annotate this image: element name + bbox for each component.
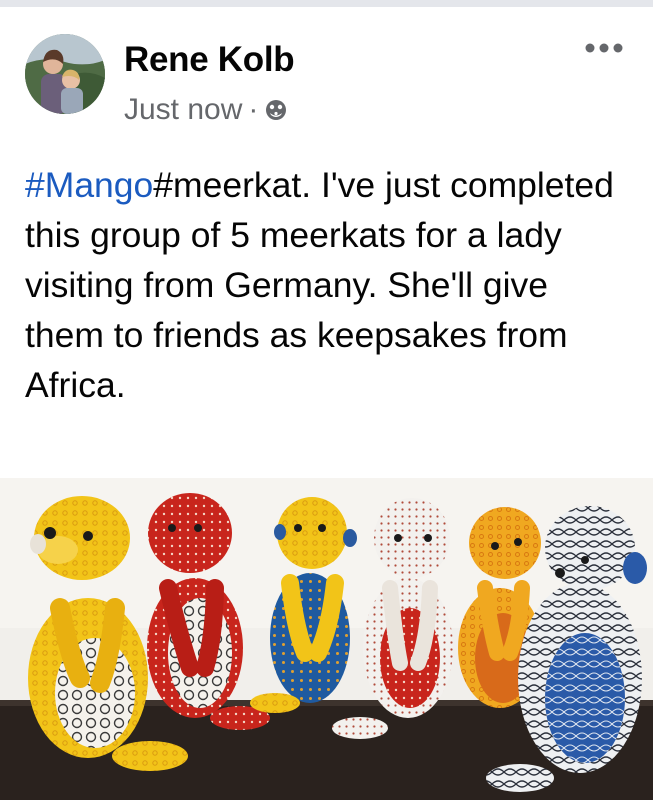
feed-divider (0, 0, 653, 7)
hashtag-link[interactable]: #Mango (25, 165, 153, 205)
avatar-photo (25, 34, 105, 114)
public-globe-icon[interactable] (264, 96, 288, 120)
post-photo[interactable] (0, 478, 653, 800)
more-options-icon (585, 43, 623, 53)
post-body: #Mango#meerkat. I've just completed this… (25, 160, 635, 410)
author-avatar[interactable] (25, 34, 105, 114)
meerkat-photo (0, 478, 653, 800)
meta-separator: · (248, 93, 259, 126)
more-options-button[interactable] (578, 30, 630, 66)
facebook-post: Rene Kolb Just now · #Mango#meerkat. I'v… (0, 0, 653, 800)
post-meta: Just now · (124, 93, 288, 127)
author-name[interactable]: Rene Kolb (124, 40, 295, 80)
post-timestamp[interactable]: Just now (124, 93, 242, 127)
hashtag-inline: #meerkat (153, 165, 302, 205)
